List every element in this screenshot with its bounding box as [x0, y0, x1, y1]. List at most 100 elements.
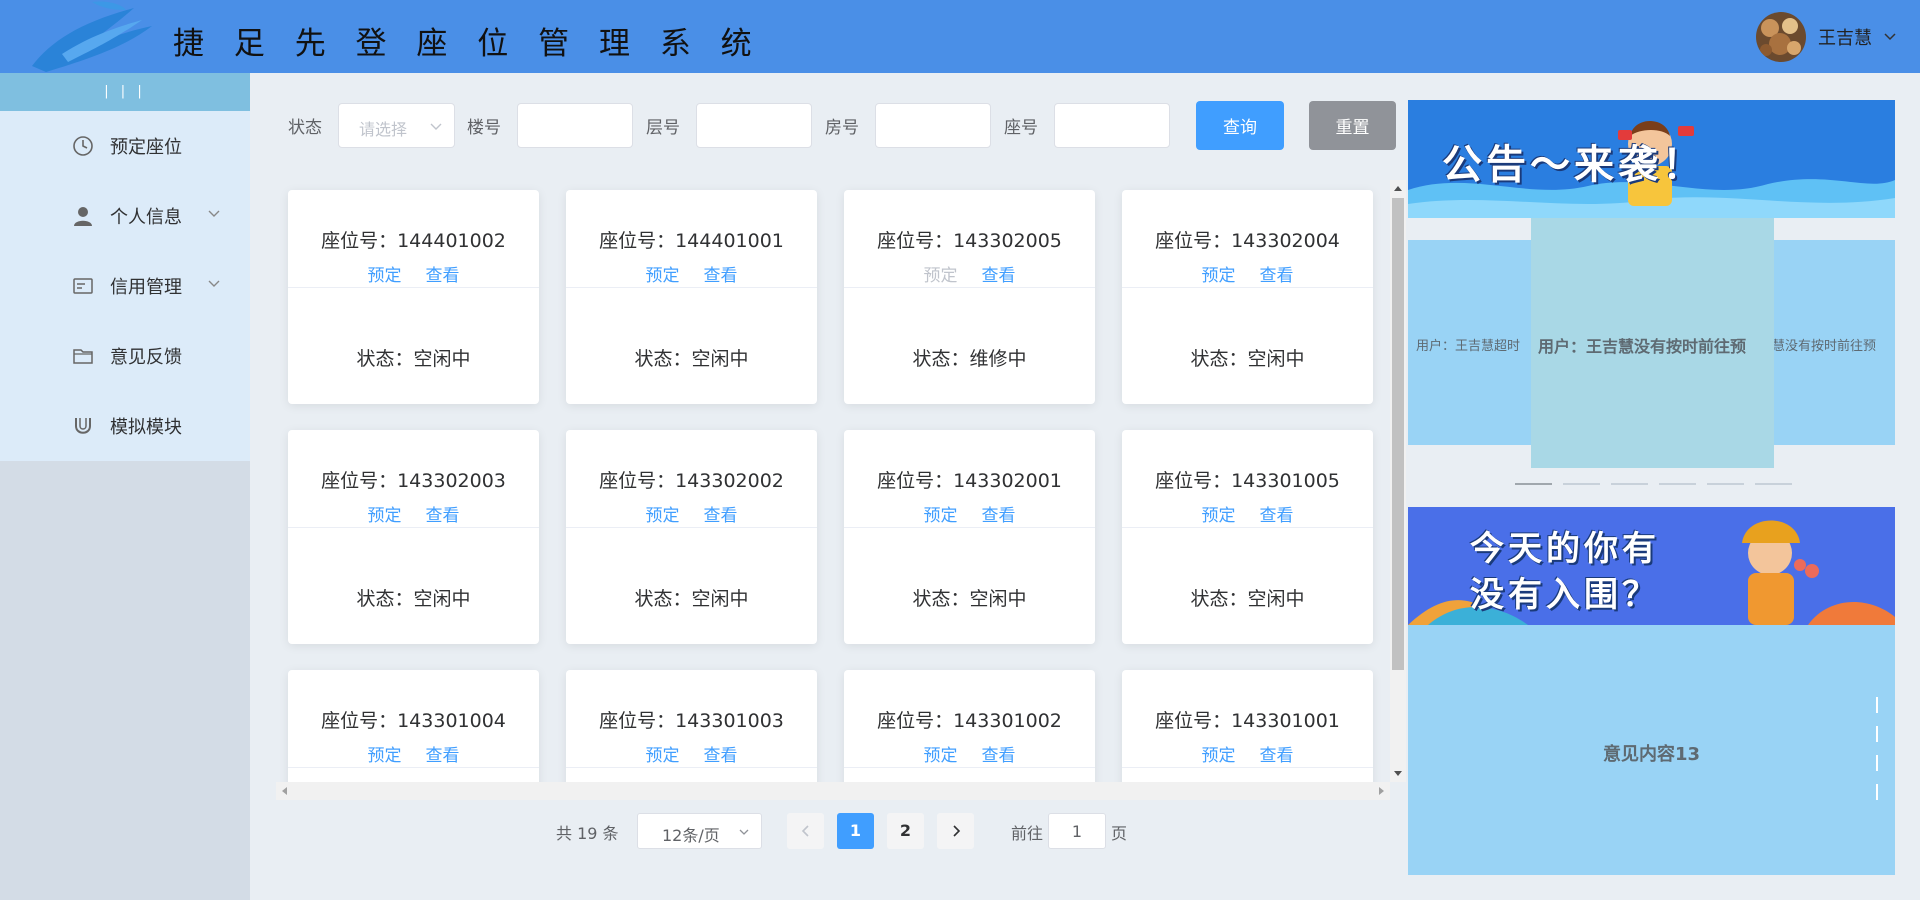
reserve-link[interactable]: 预定 [368, 746, 402, 766]
view-link[interactable]: 查看 [1260, 746, 1294, 766]
room-input[interactable] [875, 103, 991, 148]
vertical-scrollbar[interactable] [1390, 180, 1406, 782]
sidebar-item-feedback[interactable]: 意见反馈 [0, 321, 250, 391]
carousel-indicator[interactable] [1563, 483, 1600, 485]
carousel-indicator[interactable] [1659, 483, 1696, 485]
seat-status: 状态：维修中 [912, 348, 1027, 370]
page-2-button[interactable]: 2 [887, 813, 924, 849]
logo-icon [32, 1, 152, 72]
card-divider [844, 287, 1095, 288]
reserve-link[interactable]: 预定 [368, 266, 402, 286]
seat-card: 座位号：143301005 预定 查看 状态：空闲中 [1122, 430, 1373, 644]
seat-actions: 预定 查看 [844, 261, 1095, 286]
view-link[interactable]: 查看 [426, 746, 460, 766]
query-button[interactable]: 查询 [1196, 101, 1284, 150]
sidebar-item-simulation[interactable]: 模拟模块 [0, 391, 250, 461]
page-1-button[interactable]: 1 [837, 813, 874, 849]
scroll-down-icon[interactable] [1394, 771, 1402, 776]
avatar[interactable] [1756, 12, 1806, 62]
seat-status: 状态：空闲中 [912, 588, 1027, 610]
view-link[interactable]: 查看 [426, 266, 460, 286]
user-menu[interactable]: 王吉慧 [1756, 12, 1896, 62]
view-link[interactable]: 查看 [426, 506, 460, 526]
prev-page-button[interactable] [787, 813, 824, 849]
feedback-scroller[interactable]: 意见内容13 [1408, 625, 1895, 875]
sidebar-collapse-toggle[interactable]: | | | [0, 73, 250, 111]
view-link[interactable]: 查看 [1260, 506, 1294, 526]
horizontal-scrollbar[interactable] [276, 782, 1390, 800]
reserve-link[interactable]: 预定 [646, 266, 680, 286]
scrollbar-thumb[interactable] [1392, 198, 1404, 670]
reserve-link[interactable]: 预定 [924, 506, 958, 526]
chevron-down-icon[interactable] [1884, 33, 1896, 41]
view-link[interactable]: 查看 [704, 506, 738, 526]
building-filter-label: 楼号 [467, 118, 501, 138]
status-select[interactable]: 请选择 [338, 103, 455, 148]
seat-actions: 预定 查看 [1122, 261, 1373, 286]
chevron-left-icon [801, 825, 809, 837]
view-link[interactable]: 查看 [704, 746, 738, 766]
card-divider [1122, 287, 1373, 288]
carousel-indicator[interactable] [1755, 483, 1792, 485]
seat-number: 座位号：144401002 [321, 230, 506, 252]
seat-actions: 预定 查看 [288, 501, 539, 526]
goto-label: 前往 [1011, 824, 1044, 843]
next-page-button[interactable] [937, 813, 974, 849]
seat-number: 座位号：143302001 [877, 470, 1062, 492]
sidebar-item-label: 预定座位 [110, 137, 182, 158]
seat-input[interactable] [1054, 103, 1170, 148]
sidebar-item-label: 模拟模块 [110, 417, 182, 438]
goto-page-input[interactable] [1048, 813, 1106, 849]
view-link[interactable]: 查看 [704, 266, 738, 286]
building-input[interactable] [517, 103, 633, 148]
carousel-indicator[interactable] [1707, 483, 1744, 485]
carousel-next-slide-text: 慧没有按时前往预 [1772, 339, 1877, 354]
seat-number: 座位号：143301004 [321, 710, 506, 732]
sidebar-item-reserve-seat[interactable]: 预定座位 [0, 111, 250, 181]
view-link[interactable]: 查看 [982, 746, 1016, 766]
reserve-link: 预定 [923, 266, 958, 286]
seat-filter-label: 座号 [1004, 118, 1038, 138]
seat-actions: 预定 查看 [566, 501, 817, 526]
status-select-placeholder: 请选择 [359, 120, 408, 139]
page-size-value: 12条/页 [662, 826, 720, 845]
sidebar-item-personal-info[interactable]: 个人信息 [0, 181, 250, 251]
room-filter-label: 房号 [825, 118, 859, 138]
announcement-banner: 公告～来袭！ [1408, 100, 1895, 218]
seat-status: 状态：空闲中 [634, 348, 749, 370]
seat-card: 座位号：143301002 预定 查看 [844, 670, 1095, 782]
carousel-indicator[interactable] [1515, 483, 1552, 485]
page-size-select[interactable]: 12条/页 [637, 813, 762, 849]
reserve-link[interactable]: 预定 [1202, 266, 1236, 286]
seat-actions: 预定 查看 [288, 741, 539, 766]
reserve-link[interactable]: 预定 [1202, 746, 1236, 766]
seat-card: 座位号：143301003 预定 查看 [566, 670, 817, 782]
seat-actions: 预定 查看 [288, 261, 539, 286]
floor-input[interactable] [696, 103, 812, 148]
reserve-link[interactable]: 预定 [646, 746, 680, 766]
sidebar: | | | 预定座位 个人信息 信用管理 意见反馈 模拟模块 [0, 73, 250, 900]
scroll-up-icon[interactable] [1394, 186, 1402, 191]
view-link[interactable]: 查看 [1260, 266, 1294, 286]
reserve-link[interactable]: 预定 [368, 506, 402, 526]
sidebar-item-credit-management[interactable]: 信用管理 [0, 251, 250, 321]
reserve-link[interactable]: 预定 [924, 746, 958, 766]
reserve-link[interactable]: 预定 [646, 506, 680, 526]
seat-number: 座位号：143301005 [1155, 470, 1340, 492]
magnet-icon [75, 418, 91, 434]
notice-carousel[interactable]: 用户：王吉慧超时 慧没有按时前往预 用户：王吉慧没有按时前往预 [1408, 218, 1895, 468]
username[interactable]: 王吉慧 [1818, 24, 1872, 50]
seat-actions: 预定 查看 [566, 261, 817, 286]
carousel-indicator[interactable] [1611, 483, 1648, 485]
sidebar-menu: 预定座位 个人信息 信用管理 意见反馈 模拟模块 [0, 111, 250, 461]
scroll-left-icon[interactable] [282, 787, 287, 795]
seat-card: 座位号：143301004 预定 查看 [288, 670, 539, 782]
reset-button[interactable]: 重置 [1309, 101, 1396, 150]
seat-actions: 预定 查看 [566, 741, 817, 766]
sidebar-item-label: 个人信息 [110, 207, 182, 228]
reserve-link[interactable]: 预定 [1202, 506, 1236, 526]
view-link[interactable]: 查看 [982, 506, 1016, 526]
view-link[interactable]: 查看 [982, 266, 1016, 286]
scroll-right-icon[interactable] [1379, 787, 1384, 795]
floor-filter-label: 层号 [646, 118, 680, 138]
